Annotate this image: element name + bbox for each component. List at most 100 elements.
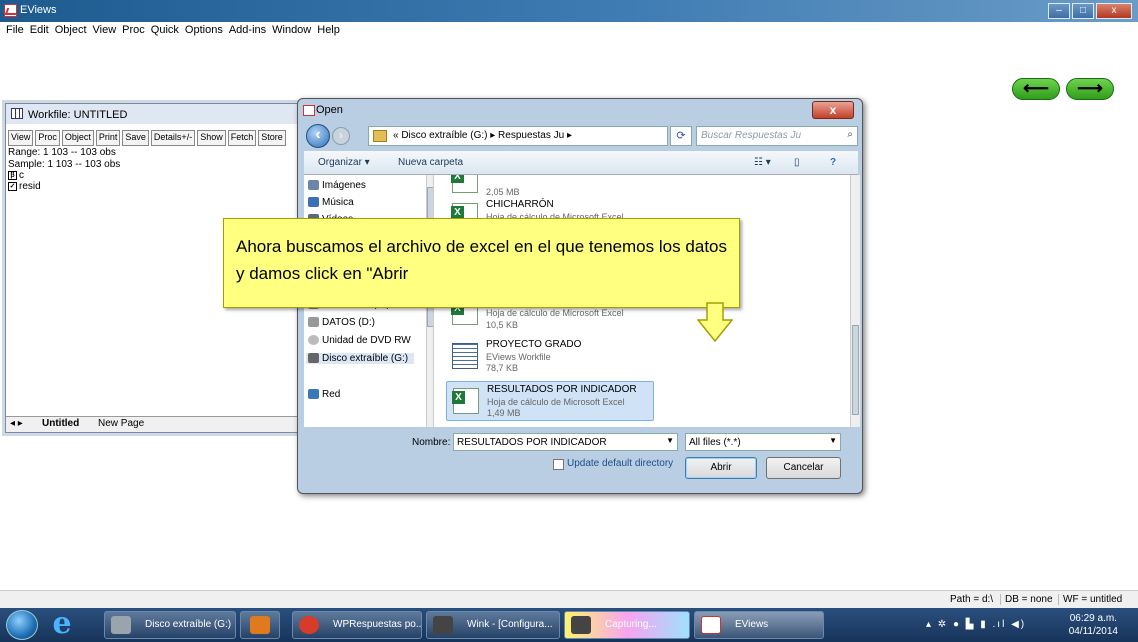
menu-view[interactable]: View xyxy=(90,22,120,36)
network-icon xyxy=(308,389,319,399)
organize-button[interactable]: Organizar ▾ xyxy=(318,157,370,168)
close-button[interactable]: x xyxy=(1096,3,1132,19)
maximize-button[interactable]: □ xyxy=(1072,3,1094,19)
eviews-workfile-icon xyxy=(452,343,478,369)
workfile-tabs: ◂ ▸ Untitled New Page xyxy=(6,416,304,432)
object-name: c xyxy=(19,170,24,181)
nav-red[interactable]: Red xyxy=(308,389,340,400)
wf-show-button[interactable]: Show xyxy=(197,130,226,146)
cancel-button[interactable]: Cancelar xyxy=(766,457,841,479)
file-type: EViews Workfile xyxy=(486,352,551,362)
usb-drive-icon xyxy=(308,353,319,363)
nav-dvd[interactable]: Unidad de DVD RW xyxy=(308,335,411,346)
menu-object[interactable]: Object xyxy=(52,22,90,36)
taskbar-item-wink[interactable]: Wink - [Configura... xyxy=(426,611,560,639)
nav-label: DATOS (D:) xyxy=(322,317,375,328)
wf-print-button[interactable]: Print xyxy=(95,130,121,146)
wf-object-button[interactable]: Object xyxy=(61,130,94,146)
app-titlebar: EViews – □ x xyxy=(0,0,1138,22)
taskbar-item-disco[interactable]: Disco extraíble (G:) xyxy=(104,611,236,639)
internet-explorer-icon[interactable]: e xyxy=(48,609,76,639)
tab-scroll-arrows[interactable]: ◂ ▸ xyxy=(10,418,23,429)
wf-proc-button[interactable]: Proc xyxy=(35,130,60,146)
wf-save-button[interactable]: Save xyxy=(122,130,149,146)
nav-label: Unidad de DVD RW xyxy=(322,335,411,346)
system-tray: ▴ ✲ ● ▙ ▮ .ıl ◀) 06:29 a.m. 04/11/2014 xyxy=(918,608,1138,642)
open-button[interactable]: Abrir xyxy=(685,457,757,479)
filename-value: RESULTADOS POR INDICADOR xyxy=(457,437,607,448)
menu-file[interactable]: File xyxy=(0,22,27,36)
menu-proc[interactable]: Proc xyxy=(119,22,148,36)
file-type-select[interactable]: All files (*.*) ▼ xyxy=(685,433,841,451)
workfile-object-resid[interactable]: ✓ resid xyxy=(6,181,304,192)
file-size: 1,49 MB xyxy=(487,408,521,418)
start-button[interactable] xyxy=(6,610,38,640)
nav-datos[interactable]: DATOS (D:) xyxy=(308,317,375,328)
forward-icon[interactable]: › xyxy=(332,127,350,145)
wf-store-button[interactable]: Store xyxy=(258,130,286,146)
wf-fetch-button[interactable]: Fetch xyxy=(227,130,257,146)
nav-imagenes[interactable]: Imágenes xyxy=(308,180,366,191)
address-bar[interactable]: « Disco extraíble (G:) ▸ Respuestas Ju ▸ xyxy=(368,126,668,146)
file-list-scrollbar[interactable] xyxy=(850,175,860,427)
filter-value: All files (*.*) xyxy=(689,437,741,448)
nav-musica[interactable]: Música xyxy=(308,197,354,208)
object-name: resid xyxy=(19,181,41,192)
taskbar-item-capturing[interactable]: Capturing... xyxy=(564,611,690,639)
chevron-down-icon[interactable]: ▼ xyxy=(829,436,837,445)
filename-label: Nombre: xyxy=(412,437,451,448)
series-icon: ✓ xyxy=(8,182,17,191)
workfile-toolbar: View Proc Object Print Save Details+/- S… xyxy=(8,130,302,146)
taskbar-item-eviews[interactable]: EViews xyxy=(694,611,824,639)
file-scroll-thumb[interactable] xyxy=(852,325,859,415)
tab-new-page[interactable]: New Page xyxy=(98,418,144,429)
search-input[interactable]: Buscar Respuestas Ju ⌕ xyxy=(696,126,858,146)
forward-arrow-icon[interactable]: ⟶ xyxy=(1066,78,1114,100)
nav-label: Música xyxy=(322,197,354,208)
file-name: RESULTADOS POR INDICADOR xyxy=(487,384,637,395)
file-name: PROYECTO GRADO xyxy=(486,339,582,350)
file-item[interactable]: PROYECTO GRADO EViews Workfile 78,7 KB xyxy=(446,337,654,377)
pictures-icon xyxy=(308,180,319,190)
status-db: DB = none xyxy=(1000,594,1053,605)
back-icon[interactable]: ‹ xyxy=(306,124,330,148)
workfile-icon xyxy=(11,108,23,119)
drive-icon xyxy=(111,616,131,634)
file-size: 10,5 KB xyxy=(486,320,519,330)
chevron-down-icon[interactable]: ▼ xyxy=(666,436,674,445)
tray-icons[interactable]: ▴ ✲ ● ▙ ▮ .ıl ◀) xyxy=(926,619,1026,630)
taskbar-item-chrome[interactable]: WPRespuestas po... xyxy=(292,611,422,639)
down-arrow-icon xyxy=(697,302,733,342)
menu-edit[interactable]: Edit xyxy=(27,22,52,36)
view-options-icon[interactable]: ☷ ▾ xyxy=(754,157,771,168)
filename-field[interactable]: RESULTADOS POR INDICADOR ▼ xyxy=(453,433,678,451)
dialog-close-button[interactable]: x xyxy=(812,101,854,119)
wf-details-button[interactable]: Details+/- xyxy=(150,130,196,146)
nav-disco-extraible[interactable]: Disco extraíble (G:) xyxy=(306,353,414,364)
wf-view-button[interactable]: View xyxy=(8,130,34,146)
tab-untitled[interactable]: Untitled xyxy=(42,418,79,429)
back-arrow-icon[interactable]: ⟵ xyxy=(1012,78,1060,100)
coef-icon: β xyxy=(8,171,17,180)
search-placeholder: Buscar Respuestas Ju xyxy=(701,130,802,141)
menu-addins[interactable]: Add-ins xyxy=(226,22,269,36)
menu-quick[interactable]: Quick xyxy=(148,22,182,36)
menu-options[interactable]: Options xyxy=(182,22,226,36)
help-icon[interactable]: ? xyxy=(830,157,836,168)
update-default-checkbox[interactable] xyxy=(553,459,564,470)
taskbar-label: Disco extraíble (G:) xyxy=(145,619,232,630)
wink-icon xyxy=(571,616,591,634)
refresh-icon[interactable]: ⟳ xyxy=(670,126,692,146)
workfile-object-c[interactable]: βc xyxy=(6,170,304,181)
file-item-selected[interactable]: RESULTADOS POR INDICADOR Hoja de cálculo… xyxy=(446,381,654,421)
update-default-label[interactable]: Update default directory xyxy=(567,458,673,469)
search-icon[interactable]: ⌕ xyxy=(847,129,853,140)
new-folder-button[interactable]: Nueva carpeta xyxy=(398,157,463,168)
clock[interactable]: 06:29 a.m. 04/11/2014 xyxy=(1069,612,1118,638)
preview-pane-icon[interactable]: ▯ xyxy=(794,157,800,168)
menu-window[interactable]: Window xyxy=(269,22,314,36)
taskbar-item-media[interactable] xyxy=(240,611,280,639)
workfile-titlebar[interactable]: Workfile: UNTITLED xyxy=(6,104,304,124)
menu-help[interactable]: Help xyxy=(314,22,343,36)
minimize-button[interactable]: – xyxy=(1048,3,1070,19)
